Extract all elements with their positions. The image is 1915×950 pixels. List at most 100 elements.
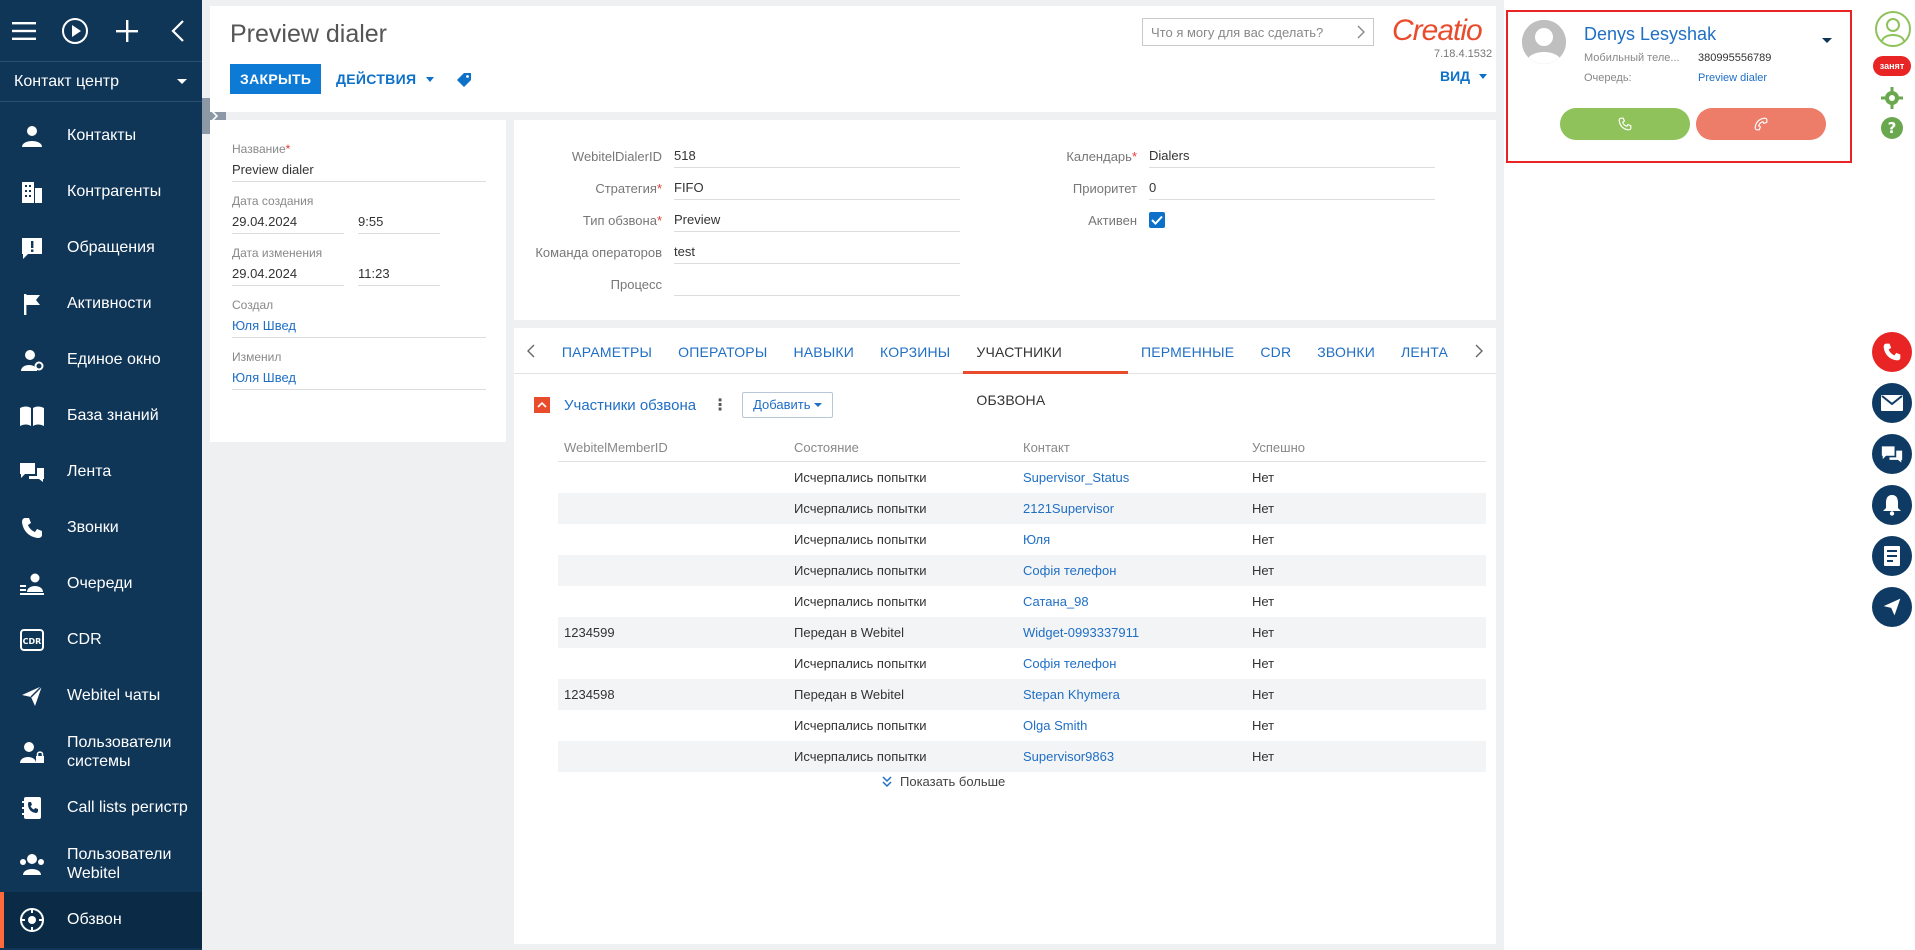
table-row[interactable]: Исчерпались попытки Сатана_98 Нет <box>558 586 1486 617</box>
checkmark-icon <box>1151 215 1163 225</box>
sidebar-item-single-window[interactable]: Единое окно <box>0 332 202 388</box>
table-row[interactable]: Исчерпались попытки Supervisor_Status Не… <box>558 462 1486 493</box>
sidebar-item-dialer[interactable]: Обзвон <box>0 892 202 948</box>
email-panel-button[interactable] <box>1872 383 1912 423</box>
table-row[interactable]: Исчерпались попытки Софія телефон Нет <box>558 555 1486 586</box>
sidebar-item-webitel-chats[interactable]: Webitel чаты <box>0 668 202 724</box>
success-cell: Нет <box>1252 501 1275 516</box>
calendar-field[interactable]: Dialers <box>1149 144 1435 168</box>
detail-title[interactable]: Участники обзвона <box>564 397 696 414</box>
sidebar-item-webitel-users[interactable]: Пользователи Webitel <box>0 836 202 892</box>
sidebar-item-system-users[interactable]: Пользователи системы <box>0 724 202 780</box>
section-selector[interactable]: Контакт центр <box>0 62 202 102</box>
menu-icon[interactable] <box>10 17 37 45</box>
phone-panel-button[interactable] <box>1872 332 1912 372</box>
sidebar-item-cases[interactable]: Обращения <box>0 220 202 276</box>
contact-link[interactable]: Widget-0993337911 <box>1023 625 1139 640</box>
sidebar-item-knowledge-base[interactable]: База знаний <box>0 388 202 444</box>
add-button[interactable]: Добавить <box>742 392 834 418</box>
send-panel-button[interactable] <box>1872 587 1912 627</box>
contact-link[interactable]: Софія телефон <box>1023 563 1116 578</box>
tab-parameters[interactable]: ПАРАМЕТРЫ <box>549 328 665 374</box>
column-success[interactable]: Успешно <box>1246 440 1486 455</box>
tasks-panel-button[interactable] <box>1872 536 1912 576</box>
tab-buckets[interactable]: КОРЗИНЫ <box>867 328 963 374</box>
contact-link[interactable]: Софія телефон <box>1023 656 1116 671</box>
gear-icon[interactable] <box>1880 86 1904 113</box>
table-row[interactable]: 1234599 Передан в Webitel Widget-0993337… <box>558 617 1486 648</box>
section-label: Контакт центр <box>14 72 119 90</box>
sidebar: Контакт центр Контакты Контрагенты Обращ… <box>0 0 202 950</box>
status-badge[interactable]: занят <box>1873 56 1911 76</box>
dialer-id-field[interactable]: 518 <box>674 144 960 168</box>
chevron-left-icon[interactable] <box>165 17 192 45</box>
caller-name[interactable]: Denys Lesyshak <box>1584 24 1716 45</box>
collapse-icon[interactable] <box>534 397 550 413</box>
table-row[interactable]: 1234598 Передан в Webitel Stepan Khymera… <box>558 679 1486 710</box>
state-cell: Исчерпались попытки <box>794 532 927 547</box>
sidebar-item-cdr[interactable]: CDR CDR <box>0 612 202 668</box>
add-label: Добавить <box>753 397 811 412</box>
queue-link[interactable]: Preview dialer <box>1698 72 1767 84</box>
table-row[interactable]: Исчерпались попытки Софія телефон Нет <box>558 648 1486 679</box>
column-member-id[interactable]: WebitelMemberID <box>558 440 788 455</box>
sidebar-item-contacts[interactable]: Контакты <box>0 108 202 164</box>
tab-dialer-members[interactable]: УЧАСТНИКИ ОБЗВОНА <box>963 328 1128 408</box>
name-field[interactable]: Preview dialer <box>232 158 486 182</box>
created-by-link[interactable]: Юля Швед <box>232 314 486 338</box>
sidebar-item-call-lists[interactable]: Call lists регистр <box>0 780 202 836</box>
tab-feed[interactable]: ЛЕНТА <box>1388 328 1461 374</box>
column-state[interactable]: Состояние <box>788 440 1017 455</box>
notifications-button[interactable] <box>1872 485 1912 525</box>
close-button[interactable]: ЗАКРЫТЬ <box>230 64 322 94</box>
contact-link[interactable]: Supervisor9863 <box>1023 749 1114 764</box>
command-search-input[interactable]: Что я могу для вас сделать? <box>1142 18 1374 46</box>
contact-link[interactable]: Юля <box>1023 532 1050 547</box>
contact-link[interactable]: Olga Smith <box>1023 718 1087 733</box>
team-field[interactable]: test <box>674 240 960 264</box>
play-icon[interactable] <box>61 17 89 45</box>
contact-link[interactable]: 2121Supervisor <box>1023 501 1114 516</box>
column-contact[interactable]: Контакт <box>1017 440 1246 455</box>
strategy-field[interactable]: FIFO <box>674 176 960 200</box>
sidebar-item-activities[interactable]: Активности <box>0 276 202 332</box>
process-field[interactable] <box>674 272 960 296</box>
table-row[interactable]: Исчерпались попытки 2121Supervisor Нет <box>558 493 1486 524</box>
contact-link[interactable]: Stepan Khymera <box>1023 687 1120 702</box>
tab-skills[interactable]: НАВЫКИ <box>780 328 867 374</box>
phone-icon <box>1883 343 1901 361</box>
view-button[interactable]: ВИД <box>1440 68 1488 84</box>
table-row[interactable]: Исчерпались попытки Supervisor9863 Нет <box>558 741 1486 772</box>
priority-field[interactable]: 0 <box>1149 176 1435 200</box>
chat-panel-button[interactable] <box>1872 434 1912 474</box>
contact-link[interactable]: Сатана_98 <box>1023 594 1089 609</box>
actions-button[interactable]: ДЕЙСТВИЯ <box>336 64 435 94</box>
profile-icon[interactable] <box>1874 10 1912 51</box>
tag-icon[interactable] <box>456 72 472 91</box>
tab-scroll-left[interactable] <box>514 344 549 358</box>
contact-link[interactable]: Supervisor_Status <box>1023 470 1129 485</box>
sidebar-item-queues[interactable]: Очереди <box>0 556 202 612</box>
tab-variables[interactable]: ПЕРМЕННЫЕ <box>1128 328 1247 374</box>
tab-cdr[interactable]: CDR <box>1247 328 1304 374</box>
more-options-icon[interactable]: ⋮ <box>712 395 728 415</box>
table-row[interactable]: Исчерпались попытки Olga Smith Нет <box>558 710 1486 741</box>
tab-operators[interactable]: ОПЕРАТОРЫ <box>665 328 780 374</box>
dial-type-field[interactable]: Preview <box>674 208 960 232</box>
show-more-button[interactable]: Показать больше <box>882 774 1005 789</box>
caret-down-icon[interactable] <box>1822 32 1832 47</box>
sidebar-item-calls[interactable]: Звонки <box>0 500 202 556</box>
phone-book-icon <box>18 794 46 822</box>
tab-calls[interactable]: ЗВОНКИ <box>1304 328 1388 374</box>
active-checkbox[interactable] <box>1149 212 1165 228</box>
sidebar-item-feed[interactable]: Лента <box>0 444 202 500</box>
modified-by-link[interactable]: Юля Швед <box>232 366 486 390</box>
sidebar-item-accounts[interactable]: Контрагенты <box>0 164 202 220</box>
plus-icon[interactable] <box>113 17 140 45</box>
state-cell: Исчерпались попытки <box>794 594 927 609</box>
reject-call-button[interactable] <box>1696 108 1826 140</box>
table-row[interactable]: Исчерпались попытки Юля Нет <box>558 524 1486 555</box>
tab-scroll-right[interactable] <box>1461 344 1496 358</box>
accept-call-button[interactable] <box>1560 108 1690 140</box>
help-icon[interactable]: ? <box>1880 116 1904 143</box>
